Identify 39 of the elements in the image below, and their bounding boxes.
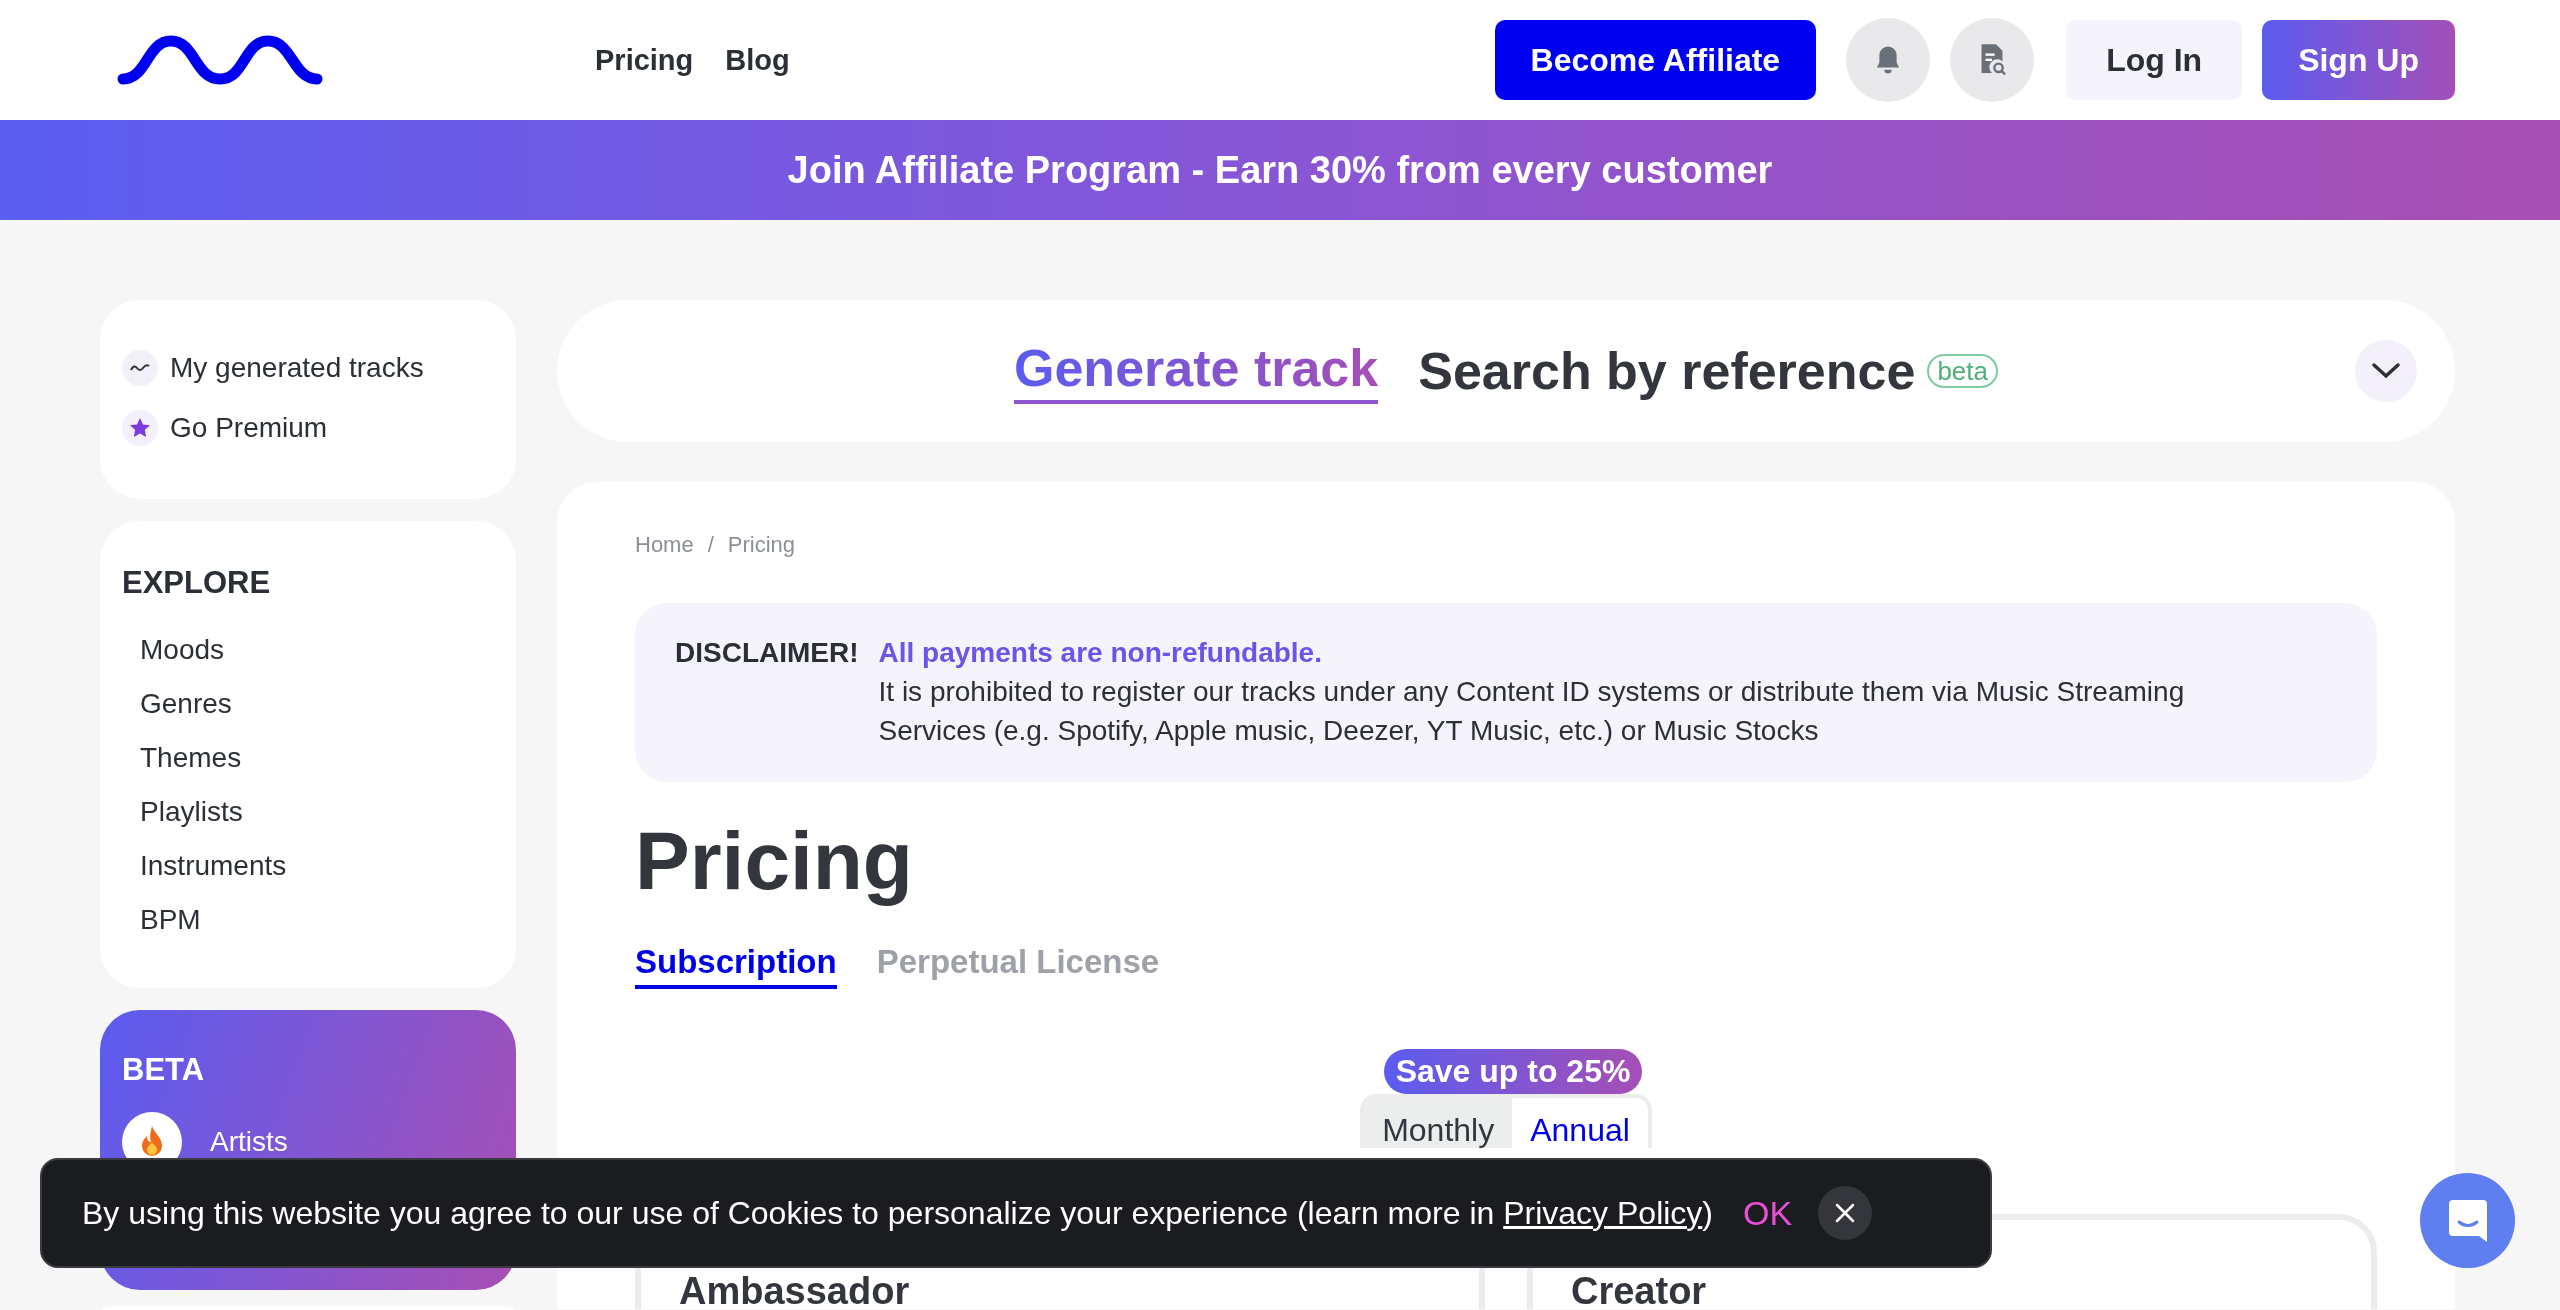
section-heading: BETA bbox=[122, 1052, 206, 1088]
wave-icon bbox=[122, 350, 158, 386]
cookie-message: By using this website you agree to our use of Cookies to personalize your experience (learn more in Privacy Policy) bbox=[82, 1194, 1713, 1232]
nav-link[interactable]: Pricing bbox=[595, 43, 694, 77]
sidebar-link[interactable]: Genres bbox=[122, 677, 494, 731]
chevron-down-icon bbox=[2371, 362, 2401, 380]
section-heading: EXPLORE bbox=[122, 565, 272, 601]
page-title: Pricing bbox=[635, 814, 914, 908]
affiliate-banner-link[interactable]: Join Affiliate Program - Earn 30% from every customer bbox=[787, 148, 1773, 192]
chat-icon[interactable] bbox=[2446, 1197, 2489, 1244]
sidebar-link[interactable]: Artists bbox=[210, 1126, 288, 1158]
disclaimer-label: DISCLAIMER! bbox=[675, 636, 859, 670]
plan-name: Creator bbox=[1571, 1270, 1707, 1309]
close-button[interactable] bbox=[1818, 1186, 1873, 1240]
plan-name: Ambassador bbox=[679, 1270, 910, 1309]
sidebar-link[interactable]: Go Premium bbox=[170, 412, 328, 444]
sidebar-link[interactable]: Moods bbox=[122, 623, 494, 677]
disclaimer-highlight: All payments are non-refundable. bbox=[878, 636, 1323, 670]
signup-button[interactable]: Sign Up bbox=[2262, 20, 2455, 100]
sidebar-link[interactable]: Instruments bbox=[122, 839, 494, 893]
billing-option[interactable]: Monthly bbox=[1364, 1098, 1513, 1148]
license-tab[interactable]: Subscription bbox=[635, 943, 837, 989]
sidebar-link[interactable]: Playlists bbox=[122, 785, 494, 839]
sidebar-link[interactable]: My generated tracks bbox=[170, 352, 424, 384]
mode-tab[interactable]: Search by reference beta bbox=[1418, 341, 1998, 401]
breadcrumb-separator: / bbox=[707, 532, 714, 558]
become-affiliate-button[interactable]: Become Affiliate bbox=[1494, 20, 1817, 100]
privacy-policy-link[interactable]: Privacy Policy bbox=[1503, 1194, 1703, 1231]
sidebar-link[interactable]: Themes bbox=[122, 731, 494, 785]
beta-badge: beta bbox=[1927, 354, 1998, 388]
ok-button[interactable]: OK bbox=[1743, 1193, 1793, 1233]
login-button[interactable]: Log In bbox=[2066, 20, 2243, 100]
logo-wave[interactable] bbox=[117, 35, 323, 85]
discount-badge: Save up to 25% bbox=[1383, 1049, 1643, 1094]
close-icon bbox=[1834, 1202, 1857, 1224]
nav-link[interactable]: Blog bbox=[725, 43, 790, 77]
disclaimer-text: It is prohibited to register our tracks under any Content ID systems or distribute them via Music Streaming Services (e.g. Spotify, Apple music, Deezer, YT Music, etc.) or Music Stocks bbox=[878, 675, 2186, 748]
sidebar-link[interactable]: BPM bbox=[122, 893, 494, 947]
billing-option[interactable]: Annual bbox=[1512, 1098, 1648, 1148]
